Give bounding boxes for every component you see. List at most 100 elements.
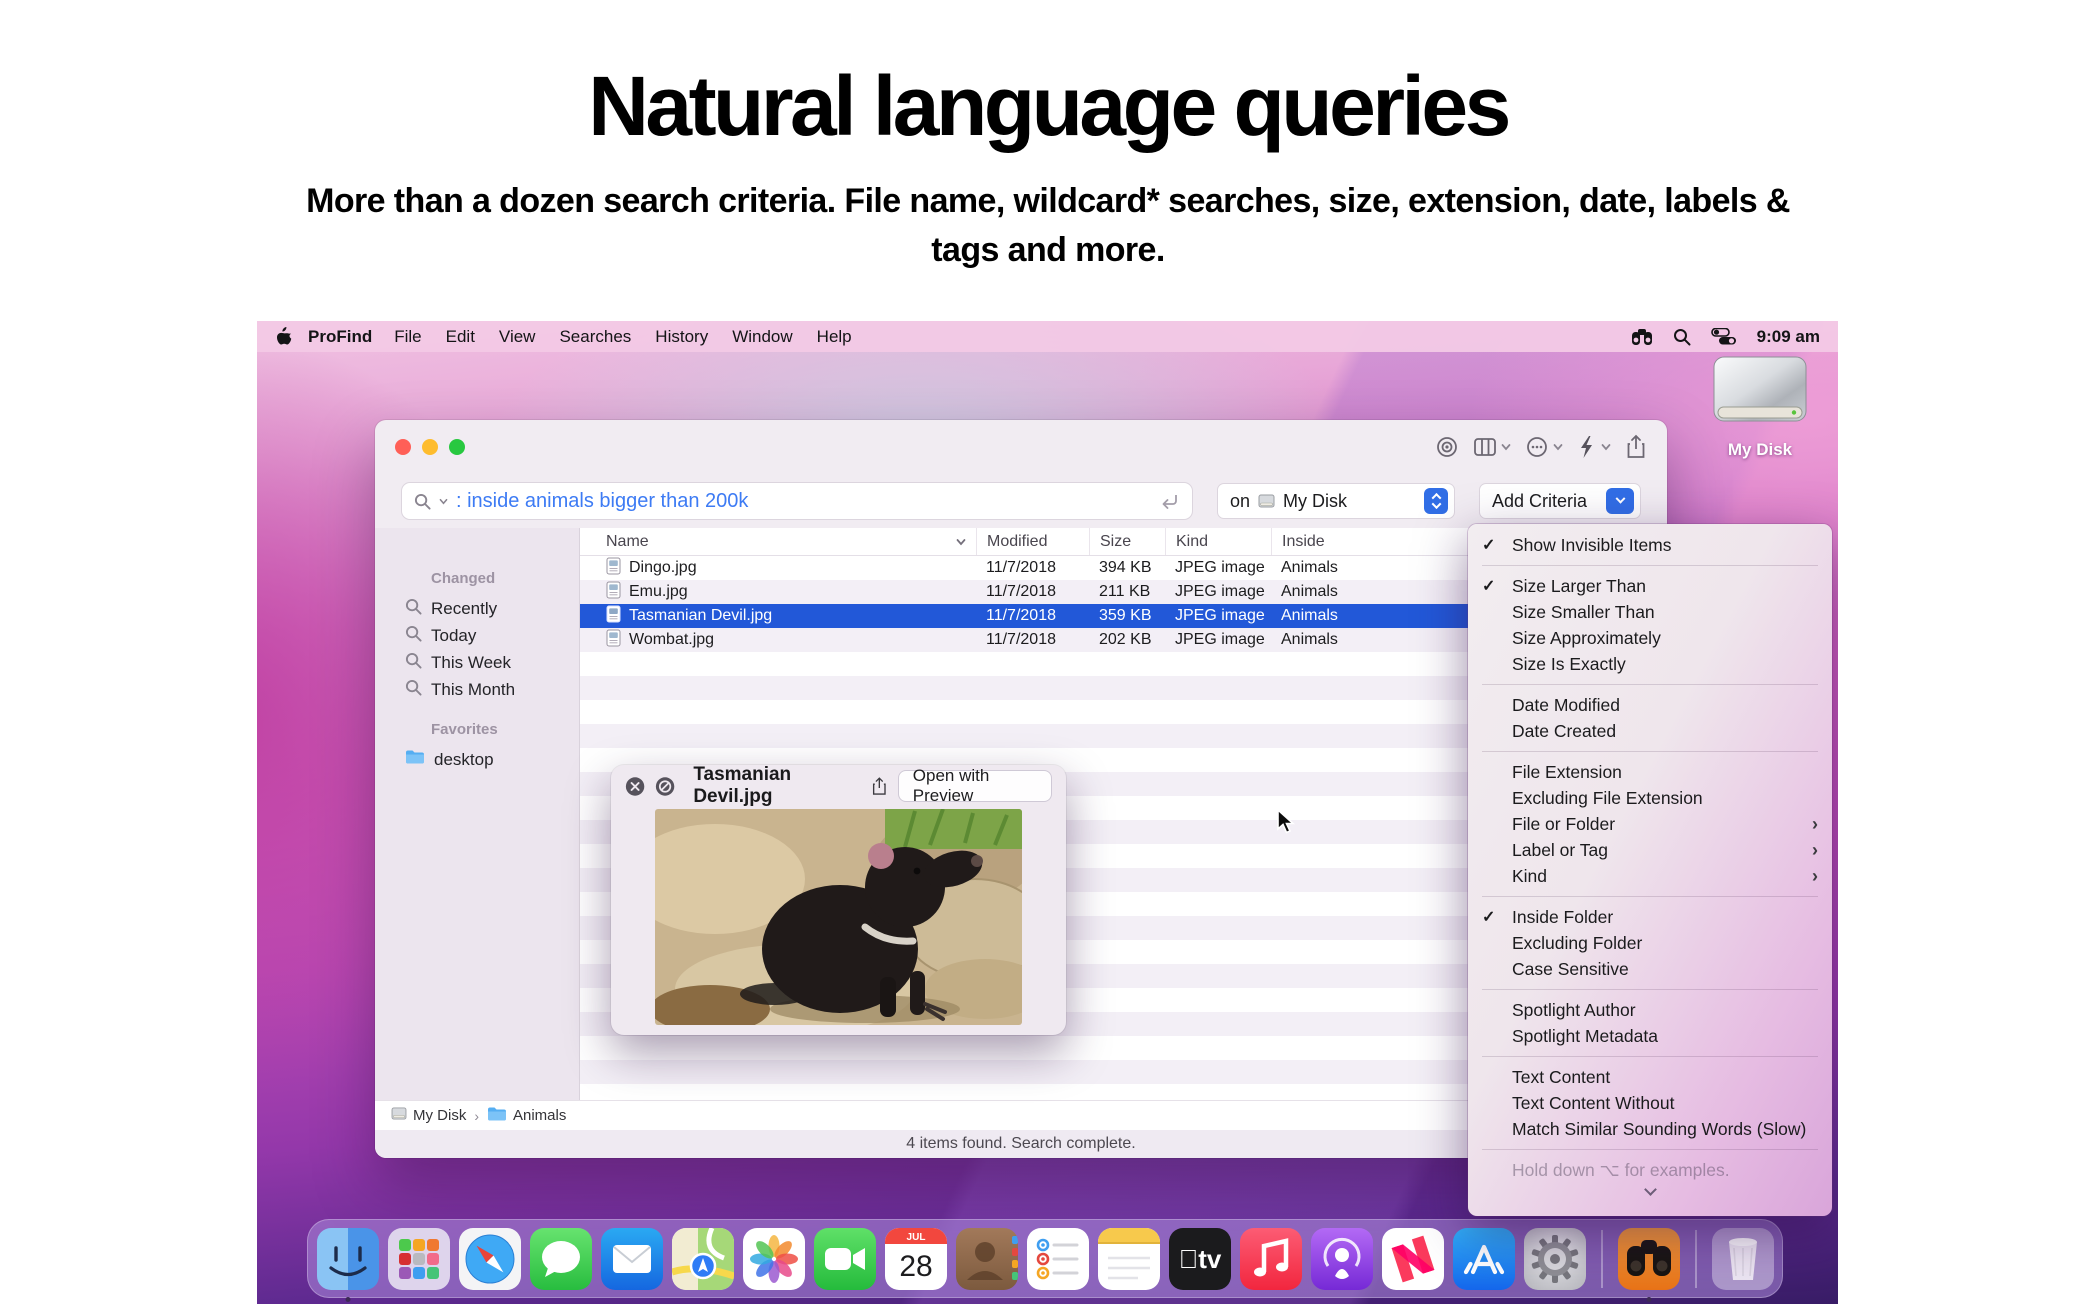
add-criteria-button[interactable]: Add Criteria (1479, 483, 1641, 519)
menu-item-kind[interactable]: Kind› (1468, 863, 1832, 889)
profind-binoculars-icon[interactable] (1631, 328, 1653, 346)
dock-item-contacts[interactable] (956, 1228, 1018, 1290)
active-app-name[interactable]: ProFind (308, 327, 372, 347)
dock-item-music[interactable] (1240, 1228, 1302, 1290)
return-arrow-icon[interactable] (1160, 493, 1180, 509)
menu-history[interactable]: History (655, 327, 708, 347)
macos-desktop-screenshot: ProFind File Edit View Searches History Windo… (257, 321, 1838, 1304)
share-icon[interactable] (871, 775, 888, 798)
minimize-window-button[interactable] (422, 439, 438, 455)
menu-item-label: Spotlight Author (1512, 1000, 1818, 1021)
share-button[interactable] (1625, 434, 1647, 460)
menu-item-match-similar-sounding-words-slow[interactable]: Match Similar Sounding Words (Slow) (1468, 1116, 1832, 1142)
menu-scroll-down-indicator[interactable] (1468, 1185, 1832, 1194)
menu-view[interactable]: View (499, 327, 536, 347)
menu-file[interactable]: File (394, 327, 421, 347)
dock-item-podcasts[interactable] (1311, 1228, 1373, 1290)
column-header-size[interactable]: Size (1089, 528, 1165, 555)
dock-item-news[interactable] (1382, 1228, 1444, 1290)
open-with-preview-button[interactable]: Open with Preview (898, 770, 1052, 802)
menu-item-spotlight-author[interactable]: Spotlight Author (1468, 997, 1832, 1023)
sidebar-item-desktop[interactable]: desktop (375, 746, 579, 773)
menu-item-label: Text Content (1512, 1067, 1818, 1088)
close-circle-icon[interactable] (625, 775, 645, 798)
menu-searches[interactable]: Searches (559, 327, 631, 347)
folder-icon (405, 749, 425, 770)
dock-item-profind[interactable] (1618, 1228, 1680, 1290)
menu-item-size-approximately[interactable]: Size Approximately (1468, 625, 1832, 651)
menu-item-size-smaller-than[interactable]: Size Smaller Than (1468, 599, 1832, 625)
dock-item-safari[interactable] (459, 1228, 521, 1290)
action-button[interactable] (1577, 435, 1611, 459)
control-center-icon[interactable] (1711, 328, 1737, 345)
dock-item-apple-tv[interactable]: tv (1169, 1228, 1231, 1290)
menu-item-excluding-folder[interactable]: Excluding Folder (1468, 930, 1832, 956)
more-options-button[interactable] (1525, 435, 1563, 459)
column-header-modified[interactable]: Modified (976, 528, 1089, 555)
menu-bar-clock[interactable]: 9:09 am (1757, 327, 1820, 347)
prohibit-circle-icon[interactable] (655, 775, 675, 798)
sidebar-item-this-week[interactable]: This Week (375, 649, 579, 676)
search-location-select[interactable]: on My Disk (1217, 483, 1455, 519)
menu-separator (1482, 751, 1818, 752)
menu-item-hold-down-for-examples: Hold down ⌥ for examples. (1468, 1157, 1832, 1183)
menu-item-date-created[interactable]: Date Created (1468, 718, 1832, 744)
menu-separator (1482, 896, 1818, 897)
preview-eye-icon[interactable] (1435, 435, 1459, 459)
menu-item-date-modified[interactable]: Date Modified (1468, 692, 1832, 718)
menu-item-case-sensitive[interactable]: Case Sensitive (1468, 956, 1832, 982)
dock-item-mail[interactable] (601, 1228, 663, 1290)
search-query-text[interactable]: : inside animals bigger than 200k (456, 490, 1152, 513)
columns-view-button[interactable] (1473, 436, 1511, 458)
zoom-window-button[interactable] (449, 439, 465, 455)
search-scope-chevron-icon[interactable] (439, 498, 448, 505)
dock-item-trash[interactable] (1712, 1228, 1774, 1290)
add-criteria-chevron-icon (1606, 488, 1634, 514)
column-header-name[interactable]: Name (580, 528, 976, 555)
menu-item-text-content-without[interactable]: Text Content Without (1468, 1090, 1832, 1116)
sidebar-item-this-month[interactable]: This Month (375, 676, 579, 703)
menu-help[interactable]: Help (817, 327, 852, 347)
dock-item-messages[interactable] (530, 1228, 592, 1290)
dock-item-maps[interactable] (672, 1228, 734, 1290)
kind-cell: JPEG image (1165, 583, 1271, 601)
menu-edit[interactable]: Edit (446, 327, 475, 347)
dock-item-finder[interactable] (317, 1228, 379, 1290)
menu-item-spotlight-metadata[interactable]: Spotlight Metadata (1468, 1023, 1832, 1049)
dock-item-photos[interactable] (743, 1228, 805, 1290)
window-titlebar[interactable] (375, 420, 1667, 474)
breadcrumb-item-my-disk[interactable]: My Disk (391, 1107, 466, 1124)
close-window-button[interactable] (395, 439, 411, 455)
desktop-disk-icon[interactable]: My Disk (1699, 355, 1821, 460)
menu-item-file-or-folder[interactable]: File or Folder› (1468, 811, 1832, 837)
dock-item-calendar[interactable]: JUL28 (885, 1228, 947, 1290)
sidebar-item-recently[interactable]: Recently (375, 595, 579, 622)
menu-item-label-or-tag[interactable]: Label or Tag› (1468, 837, 1832, 863)
profind-icon (1618, 1228, 1680, 1290)
dock-item-notes[interactable] (1098, 1228, 1160, 1290)
menu-item-text-content[interactable]: Text Content (1468, 1064, 1832, 1090)
apple-menu-icon[interactable] (275, 327, 292, 347)
sidebar-item-today[interactable]: Today (375, 622, 579, 649)
menu-item-size-is-exactly[interactable]: Size Is Exactly (1468, 651, 1832, 677)
photos-icon (743, 1228, 805, 1290)
dock-item-app-store[interactable] (1453, 1228, 1515, 1290)
column-header-kind[interactable]: Kind (1165, 528, 1271, 555)
menu-item-show-invisible-items[interactable]: ✓Show Invisible Items (1468, 532, 1832, 558)
menu-item-size-larger-than[interactable]: ✓Size Larger Than (1468, 573, 1832, 599)
modified-cell: 11/7/2018 (976, 583, 1089, 601)
search-input[interactable]: : inside animals bigger than 200k (401, 482, 1193, 520)
dock-item-launchpad[interactable] (388, 1228, 450, 1290)
menu-item-excluding-file-extension[interactable]: Excluding File Extension (1468, 785, 1832, 811)
dock-item-facetime[interactable] (814, 1228, 876, 1290)
svg-text:JUL: JUL (906, 1232, 925, 1243)
menu-item-label: Spotlight Metadata (1512, 1026, 1818, 1047)
file-name-cell: Tasmanian Devil.jpg (580, 605, 976, 628)
menu-item-inside-folder[interactable]: ✓Inside Folder (1468, 904, 1832, 930)
menu-window[interactable]: Window (732, 327, 792, 347)
spotlight-search-icon[interactable] (1673, 328, 1691, 346)
dock-item-reminders[interactable] (1027, 1228, 1089, 1290)
dock-item-system-preferences[interactable] (1524, 1228, 1586, 1290)
menu-item-file-extension[interactable]: File Extension (1468, 759, 1832, 785)
breadcrumb-item-animals[interactable]: Animals (487, 1106, 566, 1126)
